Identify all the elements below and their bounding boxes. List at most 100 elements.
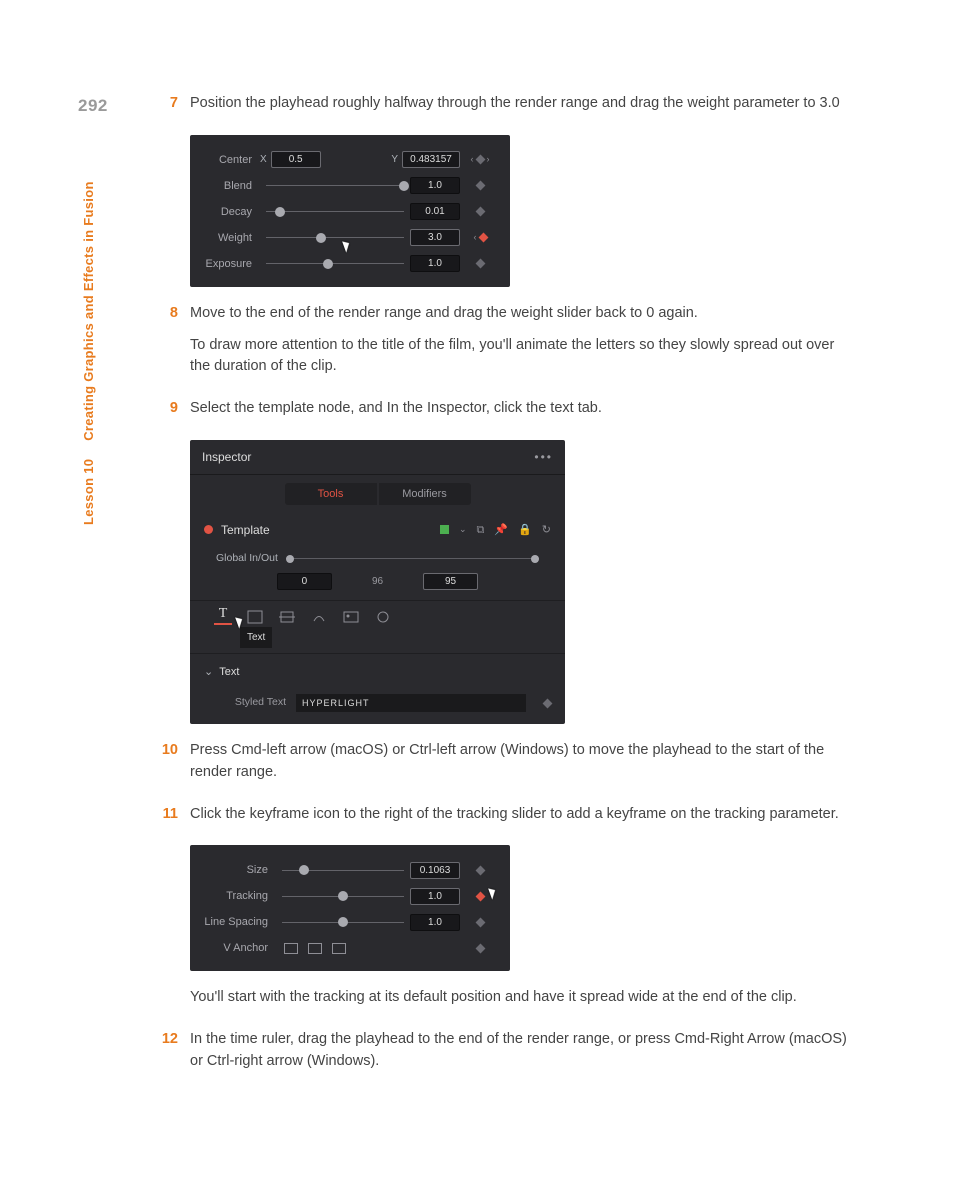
step-9: 9 Select the template node, and In the I… [156, 398, 856, 430]
step-number: 12 [156, 1029, 190, 1083]
range-row: 0 96 95 [190, 569, 565, 600]
cursor-icon [344, 240, 350, 252]
center-y-input[interactable]: 0.483157 [402, 151, 460, 168]
lesson-title: Creating Graphics and Effects in Fusion [81, 181, 96, 440]
global-label: Global In/Out [216, 551, 278, 567]
size-slider[interactable] [282, 863, 404, 877]
step-8: 8 Move to the end of the render range an… [156, 303, 856, 388]
vanchor-row: V Anchor [200, 935, 500, 961]
inspector-title: Inspector [202, 448, 251, 466]
exposure-row: Exposure 1.0 [200, 251, 500, 277]
chevron-down-icon[interactable]: ⌄ [459, 523, 467, 537]
decay-row: Decay 0.01 [200, 199, 500, 225]
layers-icon[interactable]: ⧉ [477, 522, 485, 539]
inspector-tabs: Tools Modifiers [190, 475, 565, 513]
text-tooltip: Text [240, 627, 272, 648]
step-text: Position the playhead roughly halfway th… [190, 93, 856, 115]
chevron-down-icon: ⌄ [204, 664, 213, 681]
blend-input[interactable]: 1.0 [410, 177, 460, 194]
pin-icon[interactable]: 📌 [494, 522, 508, 539]
linespacing-row: Line Spacing 1.0 [200, 909, 500, 935]
keyframe-icon[interactable] [475, 943, 485, 953]
step-number: 11 [156, 804, 190, 836]
decay-input[interactable]: 0.01 [410, 203, 460, 220]
prev-keyframe-icon[interactable]: ‹ [474, 231, 477, 245]
center-x-input[interactable]: 0.5 [271, 151, 321, 168]
text-section-header[interactable]: ⌄ Text [190, 653, 565, 689]
keyframe-active-icon[interactable] [478, 233, 488, 243]
keyframe-icon[interactable] [475, 865, 485, 875]
tool-tabs: T Text [190, 600, 565, 629]
transform-tab-icon[interactable] [278, 609, 296, 625]
step-text: To draw more attention to the title of t… [190, 335, 856, 379]
global-inout-row: Global In/Out [190, 547, 565, 569]
center-row: Center X 0.5 Y 0.483157 ‹› [200, 147, 500, 173]
styled-text-input[interactable]: HYPERLIGHT [296, 694, 526, 712]
next-keyframe-icon[interactable]: › [487, 153, 490, 167]
page-number: 292 [78, 93, 108, 119]
center-y-label: Y [391, 152, 398, 167]
decay-slider[interactable] [266, 205, 404, 219]
lesson-number: Lesson 10 [81, 459, 96, 525]
tracking-label: Tracking [200, 888, 276, 905]
marginal-heading: Lesson 10 Creating Graphics and Effects … [79, 181, 99, 525]
step-number: 7 [156, 93, 190, 125]
color-swatch-icon[interactable] [440, 525, 449, 534]
tracking-panel: Size 0.1063 Tracking 1.0 Line Spacing 1.… [190, 845, 510, 971]
step-12: 12 In the time ruler, drag the playhead … [156, 1029, 856, 1083]
step-number: 10 [156, 740, 190, 794]
keyframe-icon[interactable] [475, 181, 485, 191]
enable-dot-icon[interactable] [204, 525, 213, 534]
keyframe-icon[interactable] [475, 259, 485, 269]
image-tab-icon[interactable] [342, 609, 360, 625]
size-input[interactable]: 0.1063 [410, 862, 460, 879]
step-text: Move to the end of the render range and … [190, 303, 856, 325]
settings-tab-icon[interactable] [374, 609, 392, 625]
weight-input[interactable]: 3.0 [410, 229, 460, 246]
lock-icon[interactable]: 🔒 [518, 522, 532, 539]
styled-text-label: Styled Text [204, 695, 286, 711]
layout-tab-icon[interactable] [246, 609, 264, 625]
linespacing-label: Line Spacing [200, 914, 276, 931]
range-in-input[interactable]: 0 [277, 573, 332, 590]
template-label: Template [221, 521, 270, 539]
step-11: 11 Click the keyframe icon to the right … [156, 804, 856, 836]
global-slider[interactable] [286, 553, 539, 565]
linespacing-slider[interactable] [282, 915, 404, 929]
inspector-panel: Inspector ••• Tools Modifiers Template ⌄… [190, 440, 565, 724]
cursor-icon [237, 616, 243, 628]
exposure-input[interactable]: 1.0 [410, 255, 460, 272]
tracking-slider[interactable] [282, 889, 404, 903]
keyframe-icon[interactable] [475, 917, 485, 927]
step-number: 9 [156, 398, 190, 430]
tracking-input[interactable]: 1.0 [410, 888, 460, 905]
step-text: Click the keyframe icon to the right of … [190, 804, 856, 826]
keyframe-icon[interactable] [475, 207, 485, 217]
reset-icon[interactable]: ↻ [542, 522, 551, 539]
step-7: 7 Position the playhead roughly halfway … [156, 93, 856, 125]
shading-tab-icon[interactable] [310, 609, 328, 625]
blend-slider[interactable] [266, 179, 404, 193]
size-label: Size [200, 862, 276, 879]
tracking-row: Tracking 1.0 [200, 883, 500, 909]
prev-keyframe-icon[interactable]: ‹ [471, 153, 474, 167]
range-mid: 96 [372, 573, 383, 590]
linespacing-input[interactable]: 1.0 [410, 914, 460, 931]
text-section-label: Text [219, 664, 239, 681]
keyframe-icon[interactable] [475, 155, 485, 165]
vanchor-middle-button[interactable] [308, 943, 322, 954]
tab-tools[interactable]: Tools [285, 483, 377, 505]
content-column: 7 Position the playhead roughly halfway … [156, 93, 856, 1093]
range-out-input[interactable]: 95 [423, 573, 478, 590]
keyframe-active-icon[interactable] [475, 891, 485, 901]
more-icon[interactable]: ••• [534, 448, 553, 466]
weight-slider[interactable] [266, 231, 404, 245]
keyframe-icon[interactable] [543, 698, 553, 708]
vanchor-top-button[interactable] [284, 943, 298, 954]
vanchor-bottom-button[interactable] [332, 943, 346, 954]
step-text: You'll start with the tracking at its de… [190, 987, 856, 1009]
tab-modifiers[interactable]: Modifiers [379, 483, 471, 505]
exposure-slider[interactable] [266, 257, 404, 271]
text-tab-icon[interactable]: T [214, 609, 232, 625]
size-row: Size 0.1063 [200, 857, 500, 883]
